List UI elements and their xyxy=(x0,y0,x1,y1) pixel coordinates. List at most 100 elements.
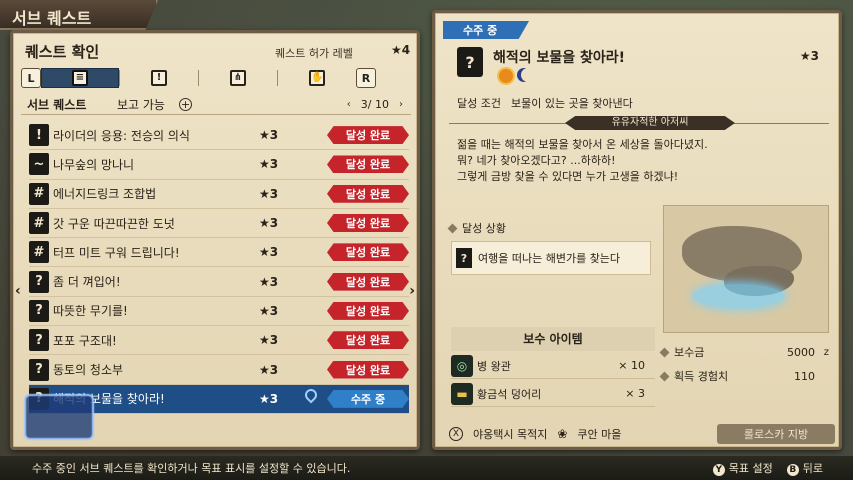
moon-icon xyxy=(521,68,535,82)
quest-status-badge: 달성 완료 xyxy=(327,155,409,174)
condition-text: 보물이 있는 곳을 찾아낸다 xyxy=(510,97,633,110)
quest-row[interactable]: ? 포포 구조대! ★3 달성 완료 xyxy=(29,326,409,356)
quest-stars: ★3 xyxy=(259,362,279,377)
quest-row[interactable]: ! 라이더의 응용: 전승의 의식 ★3 달성 완료 xyxy=(29,121,409,151)
quest-title: 해적의 보물을 찾아라! xyxy=(493,50,626,66)
tab-scroll[interactable]: ≡ xyxy=(41,68,119,88)
progress-label: 달성 상황 xyxy=(462,222,506,235)
quest-description: 젊을 때는 해적의 보물을 찾아서 온 세상을 돌아다녔지. 뭐? 네가 찾아오… xyxy=(457,138,708,183)
quest-row[interactable]: ? 좀 더 껴입어! ★3 달성 완료 xyxy=(29,267,409,297)
quest-stars: ★3 xyxy=(259,303,279,318)
quest-type-icon: ~ xyxy=(29,153,49,176)
scroll-right-icon[interactable]: › xyxy=(409,283,415,299)
hierarchy-icon: ⋔ xyxy=(230,70,246,86)
quest-name: 따뜻한 무기를! xyxy=(53,304,128,319)
condition-label: 달성 조건 xyxy=(457,97,501,110)
quest-list: ! 라이더의 응용: 전승의 의식 ★3 달성 완료 ~ 나무숲의 망나니 ★3… xyxy=(29,121,409,414)
footer-bar: 수주 중인 서브 퀘스트를 확인하거나 목표 표시를 설정할 수 있습니다. Y… xyxy=(0,456,853,480)
quest-name: 터프 미트 구워 드립니다! xyxy=(53,245,180,260)
quest-row[interactable]: # 터프 미트 구워 드립니다! ★3 달성 완료 xyxy=(29,238,409,268)
quest-status-badge: 달성 완료 xyxy=(327,360,409,379)
quest-stars: ★3 xyxy=(259,186,279,201)
report-filter-label: 보고 가능 xyxy=(117,98,165,112)
quest-map xyxy=(663,205,829,333)
reward-header: 보수 아이템 xyxy=(451,327,655,351)
reward-item: ▬ 황금석 덩어리 × 3 xyxy=(451,381,655,407)
quest-status-badge: 달성 완료 xyxy=(327,301,409,320)
progress-header: 달성 상황 xyxy=(447,220,506,236)
tab-prev-button[interactable]: L xyxy=(21,68,41,88)
progress-item: ? 여행을 떠나는 해변가를 찾는다 xyxy=(451,241,651,275)
quest-type-icon: # xyxy=(29,212,49,235)
quest-stars: ★3 xyxy=(259,157,279,172)
bottle-cap-icon: ◎ xyxy=(451,354,473,377)
target-area-highlight xyxy=(694,284,784,308)
back-label: 뒤로 xyxy=(802,462,823,475)
list-category: 서브 퀘스트 xyxy=(27,98,87,112)
page-indicator: 3/ 10 xyxy=(360,98,389,111)
taxi-destination-label[interactable]: 야옹택시 목적지 xyxy=(473,426,547,442)
tab-alert[interactable]: ! xyxy=(120,68,198,88)
screen-title: 서브 퀘스트 xyxy=(0,0,158,30)
b-button-icon: B xyxy=(786,464,799,476)
quest-type-icon: ! xyxy=(29,124,49,147)
reward-item: ◎ 병 왕관 × 10 xyxy=(451,353,655,379)
quest-stars: ★3 xyxy=(259,216,279,231)
condition-row: 달성 조건 보물이 있는 곳을 찾아낸다 xyxy=(457,95,633,111)
sun-icon xyxy=(499,69,513,83)
quest-type-icon: ? xyxy=(29,329,49,352)
set-goal-label: 목표 설정 xyxy=(728,462,773,475)
quest-row[interactable]: # 에너지드링크 조합법 ★3 달성 완료 xyxy=(29,180,409,209)
scroll-left-icon[interactable]: ‹ xyxy=(15,283,21,299)
player-avatar xyxy=(24,394,94,440)
pager-next-icon[interactable]: › xyxy=(399,99,403,110)
list-header: 서브 퀘스트 보고 가능 + ‹ 3/ 10 › xyxy=(21,95,411,115)
quest-detail-panel: 수주 중 ? 해적의 보물을 찾아라! ★3 달성 조건 보물이 있는 곳을 찾… xyxy=(432,10,842,450)
exclamation-icon: ! xyxy=(151,70,167,86)
quest-name: 라이더의 응용: 전승의 의식 xyxy=(53,128,190,143)
handshake-icon: ✋ xyxy=(309,70,325,86)
stat-label: 보수금 xyxy=(674,346,705,359)
quest-list-panel: 퀘스트 확인 퀘스트 허가 레벨 ★4 L ≡ ! ⋔ ✋ R 서브 퀘스트 보… xyxy=(10,30,420,450)
quest-row[interactable]: ? 따뜻한 무기를! ★3 달성 완료 xyxy=(29,297,409,327)
reward-money: 보수금 5000 z xyxy=(659,341,829,363)
region-button[interactable]: 롤로스카 지방 xyxy=(717,424,835,444)
quest-name: 포포 구조대! xyxy=(53,333,117,348)
quest-name: 좀 더 껴입어! xyxy=(53,275,121,290)
quest-row[interactable]: ~ 나무숲의 망나니 ★3 달성 완료 xyxy=(29,150,409,180)
quest-type-icon: ? xyxy=(29,299,49,322)
quest-status-badge: 수주 중 xyxy=(327,389,409,408)
quest-type-icon: ? xyxy=(456,248,472,268)
set-goal-action[interactable]: Y 목표 설정 xyxy=(712,460,773,476)
diamond-icon xyxy=(447,223,458,233)
tab-next-button[interactable]: R xyxy=(356,68,376,88)
quest-level-label: 퀘스트 허가 레벨 xyxy=(275,47,353,60)
reward-qty: × 10 xyxy=(618,359,645,372)
stat-label: 획득 경험치 xyxy=(674,370,729,383)
quest-status-badge: 달성 완료 xyxy=(327,126,409,145)
reward-name: 황금석 덩어리 xyxy=(477,387,542,401)
quest-status-badge: 달성 완료 xyxy=(327,184,409,203)
quest-type-icon: # xyxy=(29,241,49,264)
detail-actions: X 야옹택시 목적지 ❀ 쿠안 마을 롤로스카 지방 xyxy=(439,421,835,447)
stat-value: 5000 xyxy=(787,345,815,359)
quest-type-icon: ? xyxy=(29,358,49,381)
quest-row[interactable]: ? 동토의 청소부 ★3 달성 완료 xyxy=(29,355,409,385)
tab-hierarchy[interactable]: ⋔ xyxy=(199,68,277,88)
pager-prev-icon[interactable]: ‹ xyxy=(347,99,351,110)
quest-status-badge: 달성 완료 xyxy=(327,331,409,350)
quest-name: 나무숲의 망나니 xyxy=(53,157,135,172)
panel-title: 퀘스트 확인 xyxy=(25,43,100,61)
plus-icon[interactable]: + xyxy=(179,98,192,111)
paw-icon: ❀ xyxy=(557,427,568,441)
quest-row[interactable]: # 갓 구운 따끈따끈한 도넛 ★3 달성 완료 xyxy=(29,209,409,239)
village-label: 쿠안 마을 xyxy=(577,428,622,441)
x-button-icon[interactable]: X xyxy=(449,427,463,441)
reward-exp: 획득 경험치 110 xyxy=(659,365,829,387)
stat-value: 110 xyxy=(794,369,815,383)
quest-type-icon: # xyxy=(29,182,49,205)
back-action[interactable]: B 뒤로 xyxy=(786,460,823,476)
scroll-icon: ≡ xyxy=(72,70,88,86)
pager: ‹ 3/ 10 › xyxy=(347,98,403,111)
tab-handshake[interactable]: ✋ xyxy=(278,68,356,88)
